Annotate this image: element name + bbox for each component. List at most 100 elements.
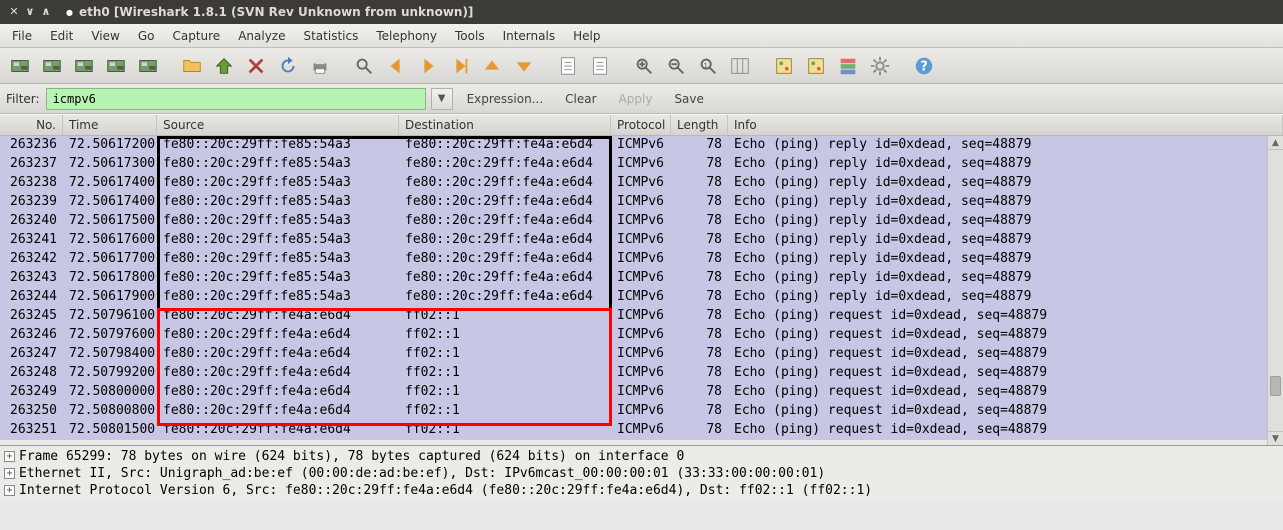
coloring-rules-icon[interactable] [834,52,862,80]
cell-protocol: ICMPv6 [611,136,671,155]
preferences-icon[interactable] [866,52,894,80]
filter-dropdown-icon[interactable]: ▼ [431,88,453,110]
cell-time: 72.50796100 [63,307,157,326]
go-bottom-icon[interactable] [510,52,538,80]
menu-edit[interactable]: Edit [42,26,81,46]
column-time[interactable]: Time [63,115,157,135]
zoom-out-icon[interactable] [662,52,690,80]
table-row[interactable]: 26324172.50617600fe80::20c:29ff:fe85:54a… [0,231,1283,250]
expand-icon[interactable]: + [4,451,15,462]
packet-list[interactable]: 26323672.50617200fe80::20c:29ff:fe85:54a… [0,136,1283,445]
window-close-icon[interactable]: ✕ [8,6,20,18]
capture-restart-icon[interactable] [134,52,162,80]
table-row[interactable]: 26324572.50796100fe80::20c:29ff:fe4a:e6d… [0,307,1283,326]
cell-time: 72.50798400 [63,345,157,364]
table-row[interactable]: 26324672.50797600fe80::20c:29ff:fe4a:e6d… [0,326,1283,345]
packet-details-pane[interactable]: + Frame 65299: 78 bytes on wire (624 bit… [0,445,1283,501]
zoom-in-icon[interactable] [630,52,658,80]
table-row[interactable]: 26323772.50617300fe80::20c:29ff:fe85:54a… [0,155,1283,174]
menu-analyze[interactable]: Analyze [230,26,293,46]
cell-length: 78 [671,231,728,250]
table-row[interactable]: 26325172.50801500fe80::20c:29ff:fe4a:e6d… [0,421,1283,440]
table-row[interactable]: 26323872.50617400fe80::20c:29ff:fe85:54a… [0,174,1283,193]
tree-row-ipv6[interactable]: + Internet Protocol Version 6, Src: fe80… [4,482,1279,499]
expand-icon[interactable]: + [4,485,15,496]
go-top-icon[interactable] [478,52,506,80]
cell-source: fe80::20c:29ff:fe85:54a3 [157,174,399,193]
cell-destination: ff02::1 [399,364,611,383]
column-source[interactable]: Source [157,115,399,135]
table-row[interactable]: 26324472.50617900fe80::20c:29ff:fe85:54a… [0,288,1283,307]
cell-no: 263247 [0,345,63,364]
filter-save-button[interactable]: Save [666,92,711,106]
column-no[interactable]: No. [0,115,63,135]
cell-info: Echo (ping) request id=0xdead, seq=48879 [728,402,1283,421]
autoscroll-icon[interactable] [586,52,614,80]
menu-help[interactable]: Help [565,26,608,46]
vertical-scrollbar[interactable]: ▲ ▼ [1267,136,1283,445]
column-length[interactable]: Length [671,115,728,135]
cell-destination: fe80::20c:29ff:fe4a:e6d4 [399,231,611,250]
cell-destination: fe80::20c:29ff:fe4a:e6d4 [399,193,611,212]
reload-icon[interactable] [274,52,302,80]
table-row[interactable]: 26325072.50800800fe80::20c:29ff:fe4a:e6d… [0,402,1283,421]
capture-start-icon[interactable] [70,52,98,80]
main-toolbar: 1? [0,48,1283,84]
table-row[interactable]: 26324872.50799200fe80::20c:29ff:fe4a:e6d… [0,364,1283,383]
colorize-icon[interactable] [554,52,582,80]
capture-options-icon[interactable] [38,52,66,80]
scrollbar-thumb[interactable] [1270,376,1281,396]
print-icon[interactable] [306,52,334,80]
menu-file[interactable]: File [4,26,40,46]
cell-info: Echo (ping) reply id=0xdead, seq=48879 [728,231,1283,250]
menu-capture[interactable]: Capture [164,26,228,46]
table-row[interactable]: 26324372.50617800fe80::20c:29ff:fe85:54a… [0,269,1283,288]
svg-text:1: 1 [703,60,708,69]
column-destination[interactable]: Destination [399,115,611,135]
window-minimize-icon[interactable]: ∨ [24,6,36,18]
close-icon[interactable] [242,52,270,80]
resize-columns-icon[interactable] [726,52,754,80]
table-row[interactable]: 26324272.50617700fe80::20c:29ff:fe85:54a… [0,250,1283,269]
help-icon[interactable]: ? [910,52,938,80]
filter-expression-button[interactable]: Expression... [459,92,552,106]
filter-clear-button[interactable]: Clear [557,92,604,106]
menu-internals[interactable]: Internals [495,26,564,46]
menu-telephony[interactable]: Telephony [368,26,445,46]
zoom-reset-icon[interactable]: 1 [694,52,722,80]
display-filters-icon[interactable] [802,52,830,80]
table-row[interactable]: 26323972.50617400fe80::20c:29ff:fe85:54a… [0,193,1283,212]
menu-go[interactable]: Go [130,26,163,46]
forward-icon[interactable] [414,52,442,80]
back-icon[interactable] [382,52,410,80]
find-icon[interactable] [350,52,378,80]
capture-filters-icon[interactable] [770,52,798,80]
menu-tools[interactable]: Tools [447,26,493,46]
table-row[interactable]: 26324972.50800000fe80::20c:29ff:fe4a:e6d… [0,383,1283,402]
tree-row-ethernet[interactable]: + Ethernet II, Src: Unigraph_ad:be:ef (0… [4,465,1279,482]
table-row[interactable]: 26323672.50617200fe80::20c:29ff:fe85:54a… [0,136,1283,155]
cell-info: Echo (ping) reply id=0xdead, seq=48879 [728,155,1283,174]
jump-icon[interactable] [446,52,474,80]
save-icon[interactable] [210,52,238,80]
filter-input[interactable] [46,88,426,110]
cell-length: 78 [671,307,728,326]
expand-icon[interactable]: + [4,468,15,479]
capture-stop-icon[interactable] [102,52,130,80]
window-title: eth0 [Wireshark 1.8.1 (SVN Rev Unknown f… [79,5,473,19]
cell-source: fe80::20c:29ff:fe4a:e6d4 [157,326,399,345]
capture-interfaces-icon[interactable] [6,52,34,80]
cell-no: 263245 [0,307,63,326]
menu-view[interactable]: View [83,26,127,46]
open-icon[interactable] [178,52,206,80]
column-protocol[interactable]: Protocol [611,115,671,135]
scroll-down-icon[interactable]: ▼ [1268,431,1283,445]
menu-statistics[interactable]: Statistics [295,26,366,46]
scroll-up-icon[interactable]: ▲ [1268,136,1283,150]
column-info[interactable]: Info [728,115,1283,135]
tree-row-frame[interactable]: + Frame 65299: 78 bytes on wire (624 bit… [4,448,1279,465]
table-row[interactable]: 26324072.50617500fe80::20c:29ff:fe85:54a… [0,212,1283,231]
filter-apply-button[interactable]: Apply [611,92,661,106]
table-row[interactable]: 26324772.50798400fe80::20c:29ff:fe4a:e6d… [0,345,1283,364]
window-maximize-icon[interactable]: ∧ [40,6,52,18]
